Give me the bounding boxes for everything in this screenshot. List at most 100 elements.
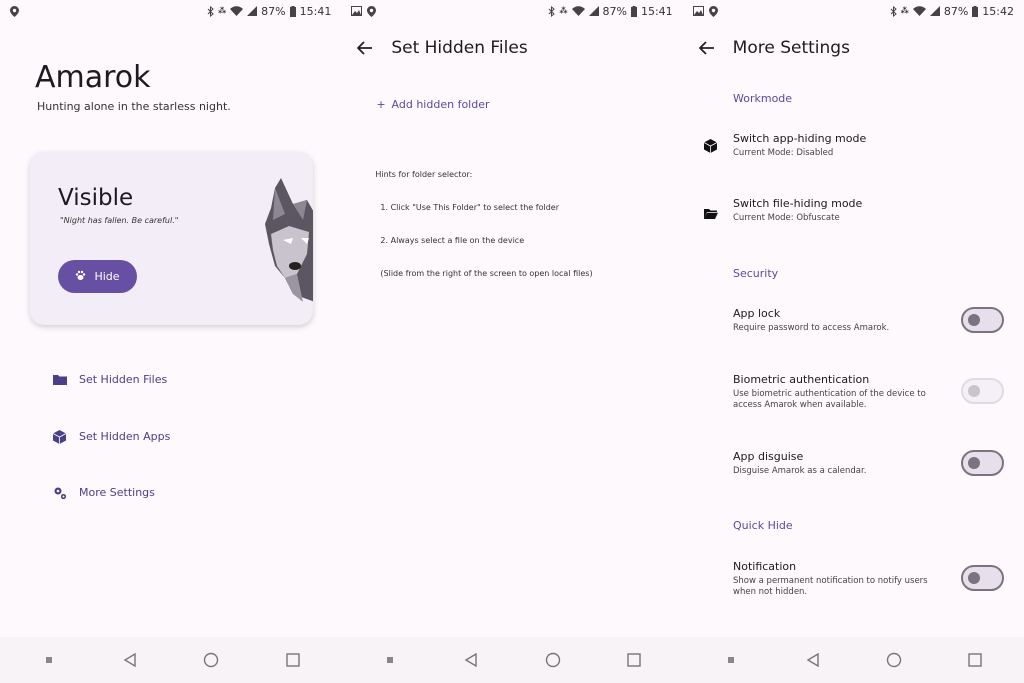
- wolf-illustration: [265, 178, 313, 302]
- status-card: Visible "Night has fallen. Be careful." …: [30, 152, 313, 325]
- battery-icon: [289, 5, 296, 17]
- battery-percent: 87%: [261, 4, 286, 18]
- status-bar: ⁂ 87% 15:42: [683, 0, 1024, 22]
- navigation-bar: [682, 637, 1024, 683]
- setting-app-lock: App lock Require password to access Amar…: [733, 307, 948, 334]
- bluetooth-icon: [548, 5, 556, 17]
- top-app-bar: Set Hidden Files: [341, 28, 682, 68]
- page-title: Set Hidden Files: [391, 38, 528, 58]
- add-hidden-folder-button[interactable]: + Add hidden folder: [376, 98, 489, 111]
- status-bar: ⁂ 87% 15:41: [341, 0, 682, 22]
- toggle-knob: [968, 572, 980, 584]
- menu-label: Set Hidden Files: [79, 373, 168, 386]
- folder-icon: [52, 372, 67, 387]
- home-screen: ⁂ 87% 15:41 Amarok Hunting alone in the …: [0, 0, 342, 683]
- hidden-files-screen: ⁂ 87% 15:41 Set Hidden Files + Add hidde…: [341, 0, 683, 683]
- gears-icon: [52, 485, 67, 500]
- wifi-icon: [912, 6, 926, 16]
- status-title: Visible: [58, 185, 134, 211]
- recents-nav-button[interactable]: [614, 640, 654, 680]
- back-nav-button[interactable]: [451, 640, 491, 680]
- back-nav-button[interactable]: [110, 640, 150, 680]
- navigation-bar: [0, 637, 342, 683]
- back-nav-button[interactable]: [793, 640, 833, 680]
- toggle-knob: [968, 314, 980, 326]
- location-icon: [367, 5, 377, 17]
- hide-button-label: Hide: [94, 270, 120, 283]
- cube-icon: [703, 138, 718, 153]
- location-icon: [708, 5, 718, 17]
- clock: 15:41: [640, 4, 673, 18]
- home-nav-button[interactable]: [191, 640, 231, 680]
- hint-line: 1. Click "Use This Folder" to select the…: [375, 203, 559, 212]
- image-notification-icon: [351, 6, 363, 16]
- volte-icon: ⁂: [900, 6, 909, 15]
- bluetooth-icon: [890, 5, 897, 17]
- recents-nav-button[interactable]: [273, 640, 313, 680]
- biometric-toggle[interactable]: [961, 378, 1004, 404]
- app-subtitle: Hunting alone in the starless night.: [37, 100, 231, 113]
- menu-dot-button[interactable]: [370, 640, 410, 680]
- toggle-knob: [968, 385, 980, 397]
- home-nav-button[interactable]: [533, 640, 573, 680]
- cube-icon: [52, 429, 67, 444]
- setting-subtitle: Show a permanent notification to notify …: [733, 576, 928, 597]
- volte-icon: ⁂: [559, 6, 568, 15]
- menu-more-settings[interactable]: More Settings: [52, 485, 155, 500]
- menu-set-hidden-files[interactable]: Set Hidden Files: [52, 372, 167, 387]
- battery-icon: [972, 5, 979, 17]
- menu-set-hidden-apps[interactable]: Set Hidden Apps: [52, 429, 170, 444]
- battery-percent: 87%: [943, 4, 969, 18]
- app-disguise-toggle[interactable]: [961, 450, 1004, 476]
- paw-icon: [75, 270, 86, 284]
- setting-title: App disguise: [733, 450, 804, 463]
- plus-icon: +: [376, 98, 386, 111]
- hint-line: Hints for folder selector:: [375, 170, 473, 179]
- toggle-knob: [968, 457, 980, 469]
- setting-subtitle: Require password to access Amarok.: [733, 323, 890, 333]
- navigation-bar: [341, 637, 683, 683]
- setting-subtitle: Current Mode: Obfuscate: [733, 213, 840, 223]
- wifi-icon: [571, 6, 585, 16]
- setting-file-hiding-mode[interactable]: Switch file-hiding mode Current Mode: Ob…: [733, 197, 862, 224]
- hint-line: 2. Always select a file on the device: [375, 236, 525, 245]
- menu-dot-button[interactable]: [711, 640, 751, 680]
- bluetooth-icon: [207, 5, 214, 17]
- back-arrow-icon[interactable]: [697, 38, 717, 58]
- wifi-icon: [230, 6, 244, 16]
- page-title: More Settings: [732, 38, 850, 58]
- image-notification-icon: [692, 6, 704, 16]
- setting-biometric-authentication: Biometric authentication Use biometric a…: [733, 373, 948, 411]
- menu-label: More Settings: [79, 486, 155, 499]
- section-workmode: Workmode: [733, 92, 793, 105]
- setting-app-hiding-mode[interactable]: Switch app-hiding mode Current Mode: Dis…: [733, 132, 866, 159]
- app-lock-toggle[interactable]: [961, 307, 1004, 333]
- recents-nav-button[interactable]: [955, 640, 995, 680]
- notification-toggle[interactable]: [961, 565, 1004, 591]
- home-nav-button[interactable]: [874, 640, 914, 680]
- section-security: Security: [733, 267, 779, 280]
- setting-subtitle: Use biometric authentication of the devi…: [733, 389, 926, 410]
- setting-title: Notification: [733, 560, 797, 573]
- back-arrow-icon[interactable]: [355, 38, 375, 58]
- top-app-bar: More Settings: [683, 28, 1024, 68]
- hide-button[interactable]: Hide: [58, 260, 137, 293]
- setting-app-disguise: App disguise Disguise Amarok as a calend…: [733, 450, 948, 477]
- app-title: Amarok: [35, 60, 151, 95]
- menu-label: Set Hidden Apps: [79, 430, 171, 443]
- setting-subtitle: Disguise Amarok as a calendar.: [733, 466, 867, 476]
- signal-icon: [929, 6, 940, 16]
- setting-notification: Notification Show a permanent notificati…: [733, 560, 948, 598]
- clock: 15:41: [299, 4, 332, 18]
- hint-line: (Slide from the right of the screen to o…: [375, 269, 593, 278]
- status-quote: "Night has fallen. Be careful.": [60, 216, 179, 225]
- setting-title: App lock: [733, 307, 781, 320]
- signal-icon: [247, 6, 258, 16]
- setting-title: Switch file-hiding mode: [733, 197, 863, 210]
- menu-dot-button[interactable]: [29, 640, 69, 680]
- signal-icon: [588, 6, 599, 16]
- setting-title: Switch app-hiding mode: [733, 132, 867, 145]
- battery-icon: [630, 5, 637, 17]
- volte-icon: ⁂: [217, 6, 227, 15]
- clock: 15:42: [982, 4, 1014, 18]
